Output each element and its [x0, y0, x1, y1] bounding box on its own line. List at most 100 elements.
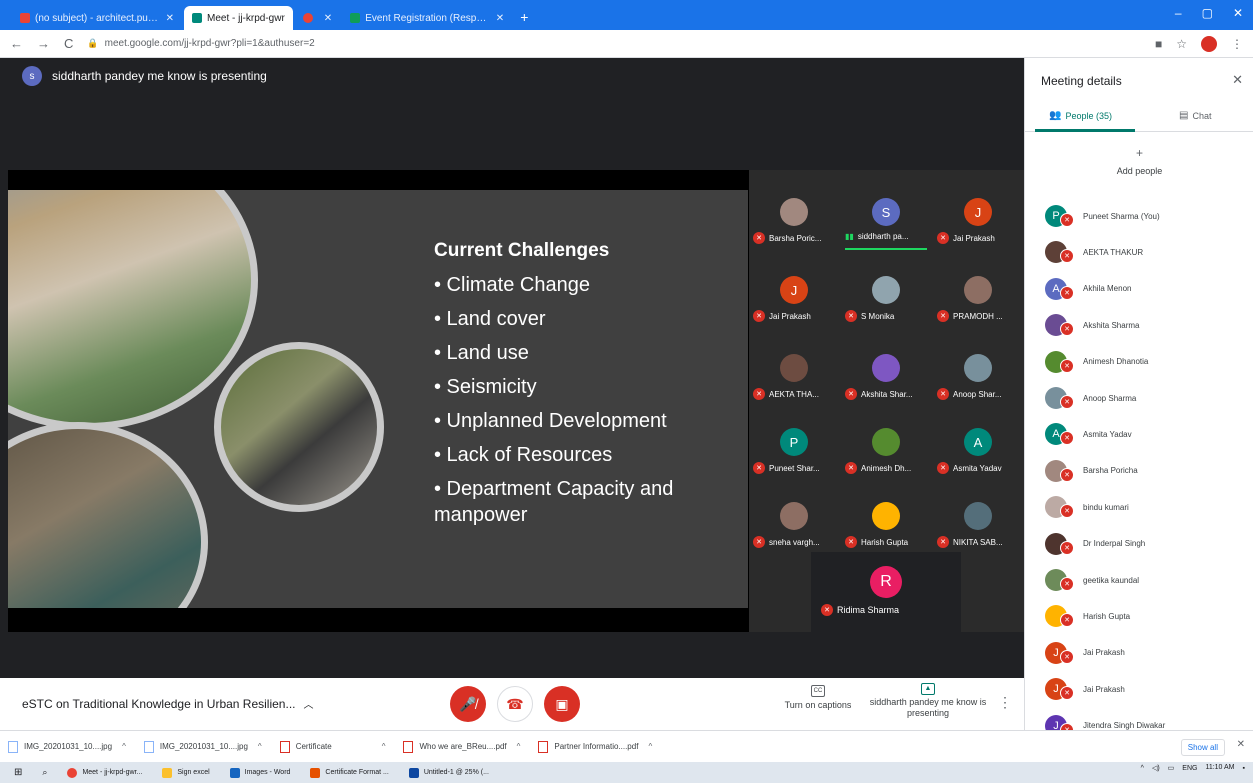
- chevron-up-icon[interactable]: ^: [382, 742, 386, 751]
- participant-list-item[interactable]: ✕ AEKTA THAKUR: [1025, 234, 1253, 270]
- close-icon[interactable]: ✕: [1237, 739, 1245, 750]
- download-item[interactable]: Partner Informatio....pdf ^: [538, 740, 652, 753]
- search-icon[interactable]: ⌕: [42, 767, 47, 778]
- chevron-up-icon[interactable]: ^: [648, 742, 652, 751]
- mic-off-icon: ✕: [1060, 249, 1074, 264]
- forward-icon[interactable]: →: [37, 36, 50, 51]
- participant-label: ✕ Akshita Shar...: [845, 388, 913, 400]
- participant-name: Anoop Shar...: [953, 389, 1002, 399]
- tab-people-label: People (35): [1065, 110, 1112, 121]
- taskbar-item[interactable]: Sign excel: [162, 767, 210, 778]
- profile-avatar[interactable]: [1201, 36, 1217, 52]
- download-item[interactable]: IMG_20201031_10....jpg ^: [8, 740, 126, 753]
- participant-list-item[interactable]: ✕ Dr Inderpal Singh: [1025, 526, 1253, 562]
- close-window-icon[interactable]: ✕: [1233, 6, 1243, 20]
- browser-tab-forms[interactable]: Event Registration (Responses) - ✕: [342, 6, 512, 30]
- participant-tile[interactable]: J ✕ Jai Prakash: [749, 258, 839, 338]
- participant-tile[interactable]: ✕ S Monika: [841, 258, 931, 338]
- participant-avatar: J✕: [1045, 714, 1074, 730]
- participant-tile[interactable]: ✕ PRAMODH ...: [933, 258, 1023, 338]
- participant-list-item[interactable]: J ✕ Jai Prakash: [1025, 671, 1253, 707]
- language-indicator[interactable]: ENG: [1182, 765, 1197, 772]
- star-icon[interactable]: ☆: [1176, 37, 1187, 51]
- participant-tile[interactable]: ✕ Barsha Poric...: [749, 180, 839, 260]
- camera-toggle-button[interactable]: ▣: [544, 686, 580, 722]
- participant-label: ✕ Barsha Poric...: [753, 232, 821, 244]
- maximize-icon[interactable]: ▢: [1202, 6, 1213, 20]
- notification-icon[interactable]: ▪: [1243, 765, 1245, 772]
- menu-icon[interactable]: ⋮: [1231, 37, 1243, 51]
- reload-icon[interactable]: C: [64, 36, 73, 51]
- close-icon[interactable]: ✕: [166, 13, 174, 24]
- participant-tile[interactable]: ✕ Akshita Shar...: [841, 336, 931, 416]
- browser-tab-recording[interactable]: ✕: [295, 6, 340, 30]
- show-all-button[interactable]: Show all: [1180, 739, 1225, 756]
- leave-call-button[interactable]: ☎: [497, 686, 533, 722]
- download-name: Partner Informatio....pdf: [554, 742, 639, 751]
- tray-expand-icon[interactable]: ^: [1141, 765, 1144, 772]
- volume-icon[interactable]: ◁): [1152, 764, 1160, 772]
- taskbar-item[interactable]: Images - Word: [229, 767, 290, 778]
- mic-off-icon: ✕: [821, 604, 833, 616]
- taskbar-item[interactable]: Meet - jj-krpd-gwr...: [67, 767, 143, 778]
- new-tab-icon[interactable]: +: [520, 9, 528, 25]
- taskbar-item[interactable]: Certificate Format ...: [310, 767, 389, 778]
- tab-people[interactable]: 👥 People (35): [1049, 110, 1112, 121]
- camera-indicator-icon[interactable]: ■: [1155, 37, 1162, 51]
- present-button[interactable]: ▲ siddharth pandey me know is presenting: [868, 682, 988, 719]
- browser-tab-meet[interactable]: Meet - jj-krpd-gwr: [184, 6, 293, 30]
- participant-tile[interactable]: ✕ AEKTA THA...: [749, 336, 839, 416]
- network-icon[interactable]: ▭: [1168, 764, 1175, 772]
- start-icon[interactable]: ⊞: [14, 767, 22, 778]
- participant-list-item[interactable]: A ✕ Asmita Yadav: [1025, 416, 1253, 452]
- more-options-icon[interactable]: ⋮: [998, 694, 1012, 711]
- active-tab-indicator: [1035, 129, 1135, 132]
- meeting-title-button[interactable]: eSTC on Traditional Knowledge in Urban R…: [22, 696, 313, 712]
- back-icon[interactable]: ←: [10, 36, 23, 51]
- download-item[interactable]: Who we are_BReu....pdf ^: [403, 740, 521, 753]
- participant-list-item[interactable]: ✕ bindu kumari: [1025, 489, 1253, 525]
- participant-list-item[interactable]: ✕ Harish Gupta: [1025, 598, 1253, 634]
- chevron-up-icon[interactable]: ^: [258, 742, 262, 751]
- participant-avatar: ✕: [1045, 569, 1074, 591]
- participant-list-item[interactable]: J✕ Jitendra Singh Diwakar: [1025, 708, 1253, 730]
- participant-tile-speaking[interactable]: S ▮▮ siddharth pa...: [841, 180, 931, 260]
- speaking-icon: ▮▮: [845, 232, 854, 241]
- participant-list-item[interactable]: ✕ Animesh Dhanotia: [1025, 344, 1253, 380]
- close-icon[interactable]: ✕: [324, 13, 332, 24]
- url-field[interactable]: 🔒 meet.google.com/jj-krpd-gwr?pli=1&auth…: [87, 38, 314, 49]
- participant-tile[interactable]: ✕ Animesh Dh...: [841, 410, 931, 490]
- chevron-up-icon[interactable]: ^: [517, 742, 521, 751]
- participant-tile-featured[interactable]: R ✕ Ridima Sharma: [811, 552, 961, 632]
- participant-avatar: P: [780, 428, 808, 456]
- participant-tile[interactable]: A ✕ Asmita Yadav: [933, 410, 1023, 490]
- participant-avatar: ✕: [1045, 387, 1074, 409]
- close-icon[interactable]: ✕: [496, 13, 504, 24]
- add-people-button[interactable]: + Add people: [1025, 146, 1253, 176]
- participant-tile[interactable]: P ✕ Puneet Shar...: [749, 410, 839, 490]
- captions-button[interactable]: CC Turn on captions: [778, 684, 858, 710]
- participant-list-item[interactable]: P ✕ Puneet Sharma (You): [1025, 198, 1253, 234]
- participant-label: ✕ Harish Gupta: [845, 536, 908, 548]
- chevron-up-icon[interactable]: ^: [122, 742, 126, 751]
- browser-tab-gmail[interactable]: (no subject) - architect.puneet0 ✕: [12, 6, 182, 30]
- participant-list-item[interactable]: ✕ geetika kaundal: [1025, 562, 1253, 598]
- download-item[interactable]: IMG_20201031_10....jpg ^: [143, 740, 262, 753]
- close-icon[interactable]: ✕: [1232, 72, 1243, 88]
- mic-toggle-button[interactable]: 🎤̸: [450, 686, 486, 722]
- tab-chat[interactable]: ▤ Chat: [1179, 110, 1211, 121]
- participant-list-item[interactable]: A ✕ Akhila Menon: [1025, 271, 1253, 307]
- minimize-icon[interactable]: –: [1175, 6, 1182, 20]
- participant-list-item[interactable]: J ✕ Jai Prakash: [1025, 635, 1253, 671]
- participant-list-item[interactable]: ✕ Akshita Sharma: [1025, 307, 1253, 343]
- download-item[interactable]: Certificate ^: [279, 740, 386, 753]
- participant-tile[interactable]: J ✕ Jai Prakash: [933, 180, 1023, 260]
- participant-tile[interactable]: ✕ Anoop Shar...: [933, 336, 1023, 416]
- clock[interactable]: 11:10 AM: [1205, 764, 1234, 772]
- mic-off-icon: ✕: [1060, 285, 1074, 300]
- participant-list-item[interactable]: ✕ Anoop Sharma: [1025, 380, 1253, 416]
- participant-list-item[interactable]: ✕ Barsha Poricha: [1025, 453, 1253, 489]
- taskbar-label: Meet - jj-krpd-gwr...: [82, 769, 143, 776]
- participant-avatar: ✕: [1045, 459, 1074, 482]
- taskbar-item[interactable]: Untitled-1 @ 25% (...: [408, 767, 489, 778]
